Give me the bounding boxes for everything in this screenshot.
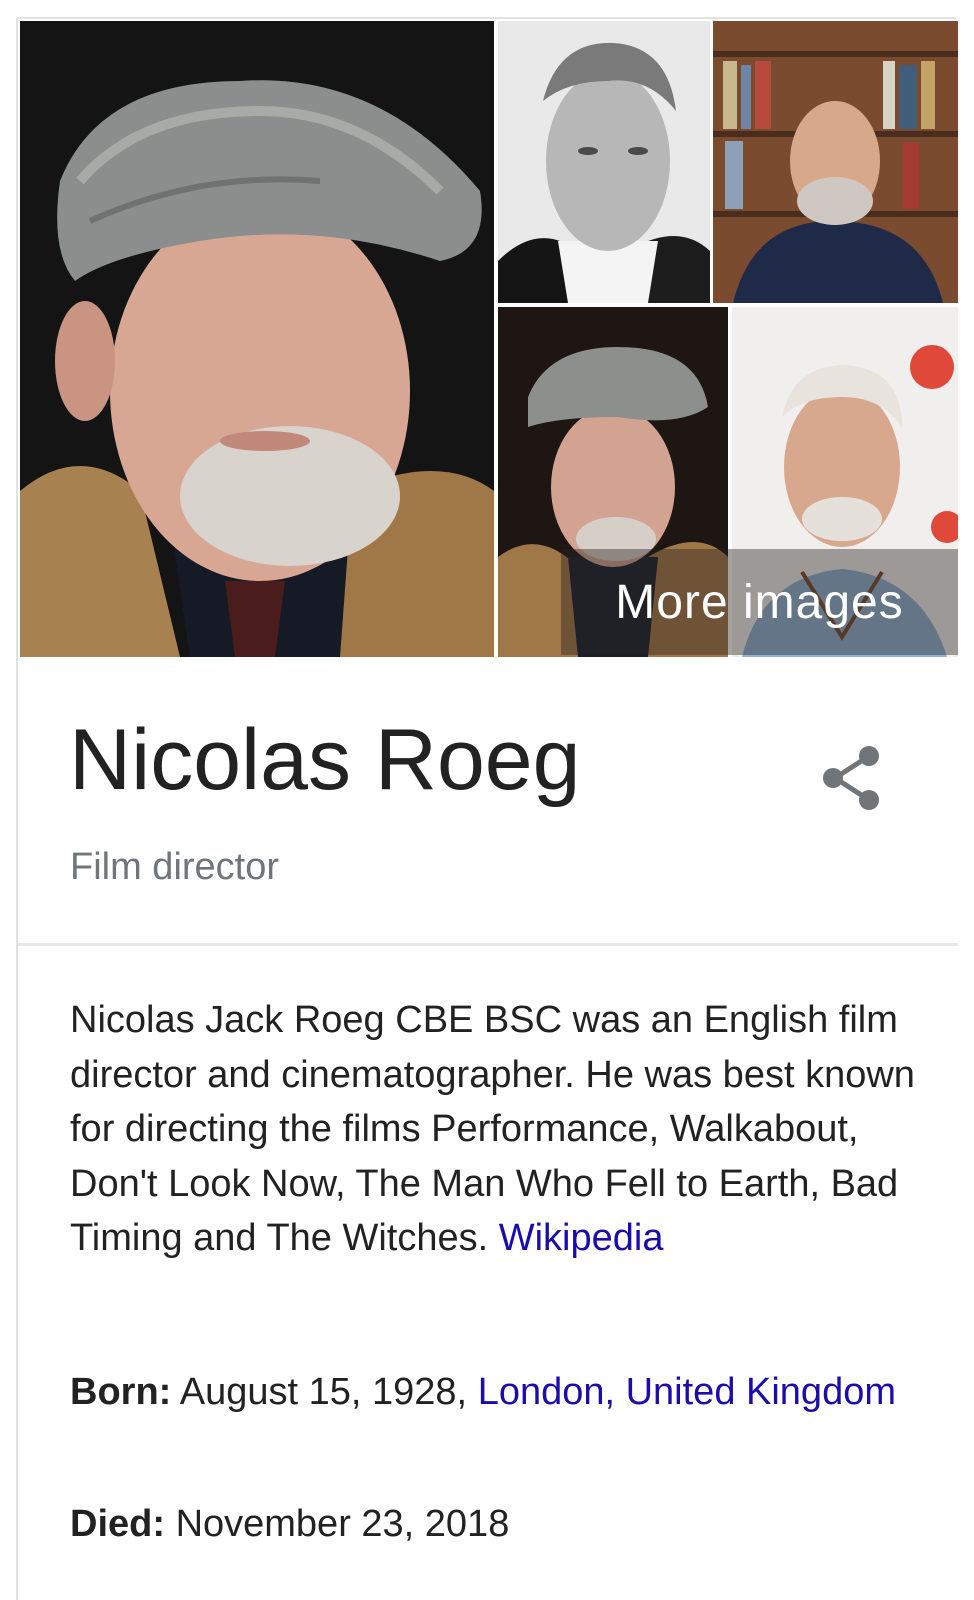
entity-subtitle: Film director [70, 846, 280, 888]
fact-died: Died: November 23, 2018 [70, 1497, 930, 1551]
section-divider [18, 943, 958, 946]
born-date: August 15, 1928, [179, 1371, 468, 1413]
entity-header: Nicolas Roeg Film director [18, 657, 958, 947]
died-label: Died: [70, 1503, 165, 1545]
more-images-button[interactable]: More images [561, 549, 958, 655]
fact-born: Born: August 15, 1928, London, United Ki… [70, 1365, 930, 1419]
born-label: Born: [70, 1371, 172, 1413]
share-icon [823, 746, 879, 810]
bw-portrait-image[interactable] [498, 21, 710, 303]
died-date: November 23, 2018 [175, 1503, 510, 1545]
description-text: Nicolas Jack Roeg CBE BSC was an English… [70, 999, 915, 1259]
wikipedia-link[interactable]: Wikipedia [499, 1217, 664, 1259]
bookshelf-portrait-image[interactable] [713, 21, 958, 303]
main-portrait-image[interactable] [20, 21, 494, 657]
entity-description: Nicolas Jack Roeg CBE BSC was an English… [70, 993, 930, 1266]
more-images-label: More images [615, 575, 904, 629]
entity-title: Nicolas Roeg [69, 712, 581, 808]
image-gallery: More images [20, 21, 958, 657]
share-button[interactable] [808, 735, 894, 821]
knowledge-panel: More images Nicolas Roeg Film director N… [16, 17, 958, 1600]
born-place-link[interactable]: London, United Kingdom [478, 1371, 896, 1413]
